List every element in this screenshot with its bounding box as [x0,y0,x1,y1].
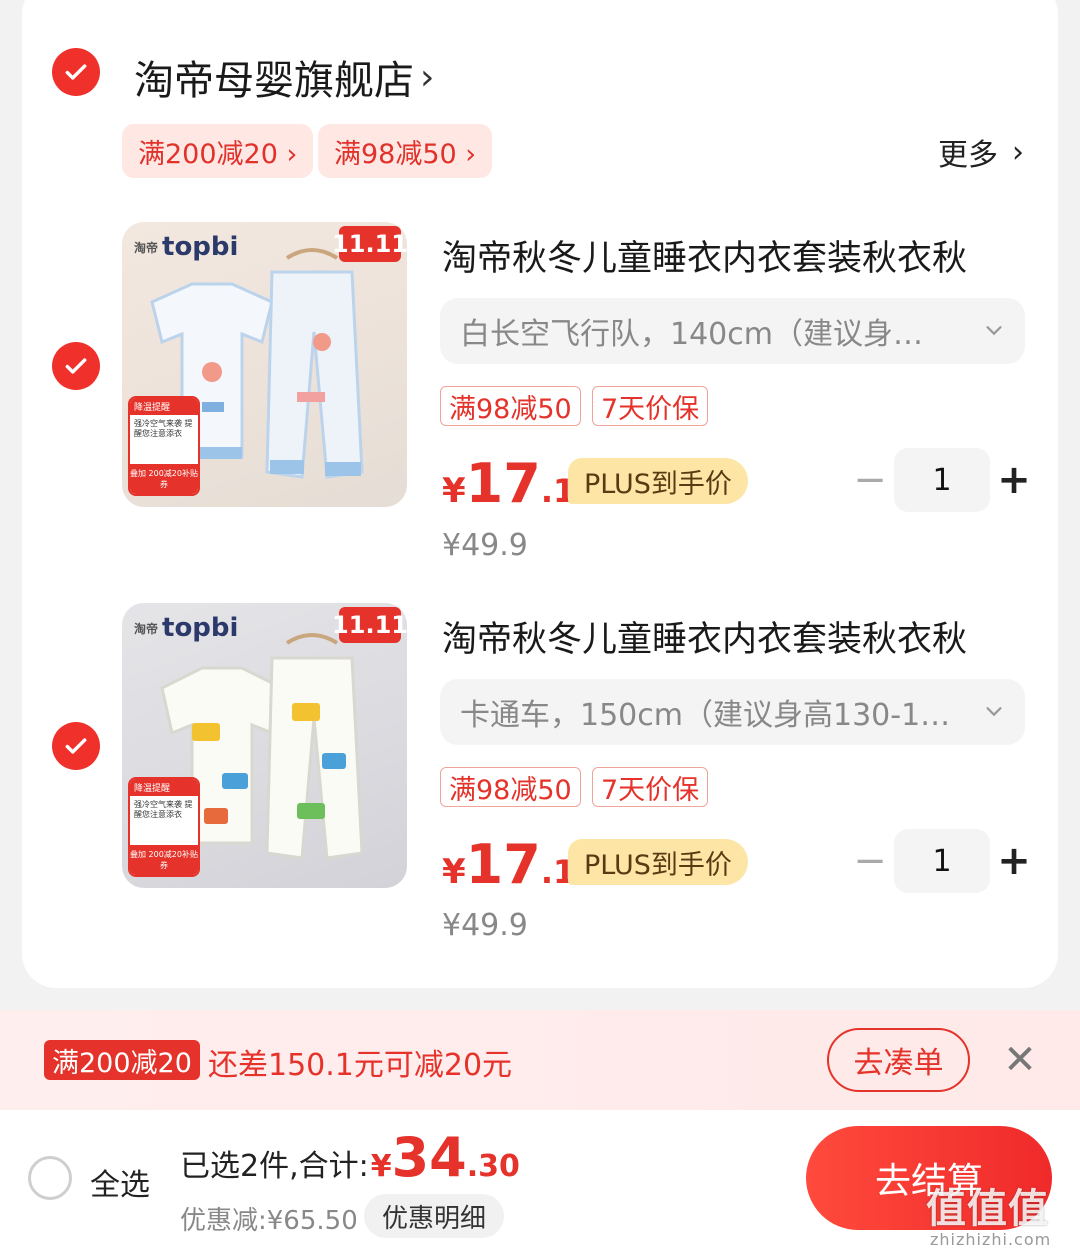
promo-tag: 满98减50 [440,767,581,807]
original-price: ¥49.9 [442,528,528,563]
more-promos-link[interactable]: 更多 › [938,130,1024,174]
cold-alert-badge: 降温提醒 强冷空气来袭 提醒您注意添衣 叠加 200减20补贴券 [128,777,200,877]
sku-selector[interactable]: 卡通车，150cm（建议身高130-1… [440,679,1025,745]
price-protect-tag: 7天价保 [592,386,709,426]
product-title[interactable]: 淘帝秋冬儿童睡衣内衣套装秋衣秋 [442,611,1022,662]
sku-selector[interactable]: 白长空飞行队，140cm（建议身… [440,298,1025,364]
chevron-right-icon: › [420,56,435,98]
brand-logo: 淘帝 topbi [134,613,239,643]
promo-bar-text: 还差150.1元可减20元 [208,1048,513,1083]
promo-bar-chip: 满200减20 [44,1040,200,1080]
product-image[interactable]: 淘帝 topbi 11.11 降温提醒 强冷空气来袭 提醒您注意添衣 叠加 200… [122,222,407,507]
product-checkbox[interactable] [52,722,100,770]
product-image[interactable]: 淘帝 topbi 11.11 降温提醒 强冷空气来袭 提醒您注意添衣 叠加 200… [122,603,407,888]
double-eleven-badge: 11.11 [332,607,407,643]
more-label: 更多 [938,138,998,173]
shop-name: 淘帝母婴旗舰店 [134,58,414,104]
watermark: 值值值 [926,1186,1049,1232]
shop-name-link[interactable]: 淘帝母婴旗舰店 › [134,48,434,106]
select-all-radio[interactable] [28,1156,72,1200]
discount-detail-button[interactable]: 优惠明细 [364,1194,505,1238]
promo-chip-200-20[interactable]: 满200减20 › [122,124,314,178]
brand-logo: 淘帝 topbi [134,232,239,262]
product-checkbox[interactable] [52,342,100,390]
double-eleven-badge: 11.11 [332,226,407,262]
close-icon[interactable]: ✕ [998,1037,1042,1083]
watermark-url: zhizhizhi.com [930,1230,1052,1249]
quantity-increase-button[interactable]: + [996,838,1032,884]
quantity-decrease-button[interactable]: − [852,457,888,503]
plus-price-badge: PLUS到手价 [568,839,748,885]
chevron-right-icon: › [1012,134,1024,170]
check-icon [65,64,87,80]
promo-tag: 满98减50 [440,386,581,426]
quantity-input[interactable]: 1 [894,829,990,893]
chevron-down-icon [983,314,1005,349]
plus-price-badge: PLUS到手价 [568,458,748,504]
shop-checkbox[interactable] [52,48,100,96]
original-price: ¥49.9 [442,908,528,943]
sku-text: 卡通车，150cm（建议身高130-1… [460,698,951,733]
quantity-decrease-button[interactable]: − [852,838,888,884]
check-icon [65,358,87,374]
total-summary: 已选2件,合计: ¥ 34 .30 [180,1126,520,1189]
product-title[interactable]: 淘帝秋冬儿童睡衣内衣套装秋衣秋 [442,230,1022,281]
discount-amount: 优惠减:¥65.50 [180,1206,358,1236]
select-all-label[interactable]: 全选 [90,1160,150,1204]
quantity-increase-button[interactable]: + [996,457,1032,503]
price-protect-tag: 7天价保 [592,767,709,807]
add-more-button[interactable]: 去凑单 [827,1028,970,1092]
promo-chip-98-50[interactable]: 满98减50 › [318,124,493,178]
quantity-input[interactable]: 1 [894,448,990,512]
check-icon [65,738,87,754]
sku-text: 白长空飞行队，140cm（建议身… [460,317,923,352]
cold-alert-badge: 降温提醒 强冷空气来袭 提醒您注意添衣 叠加 200减20补贴券 [128,396,200,496]
chevron-down-icon [983,695,1005,730]
